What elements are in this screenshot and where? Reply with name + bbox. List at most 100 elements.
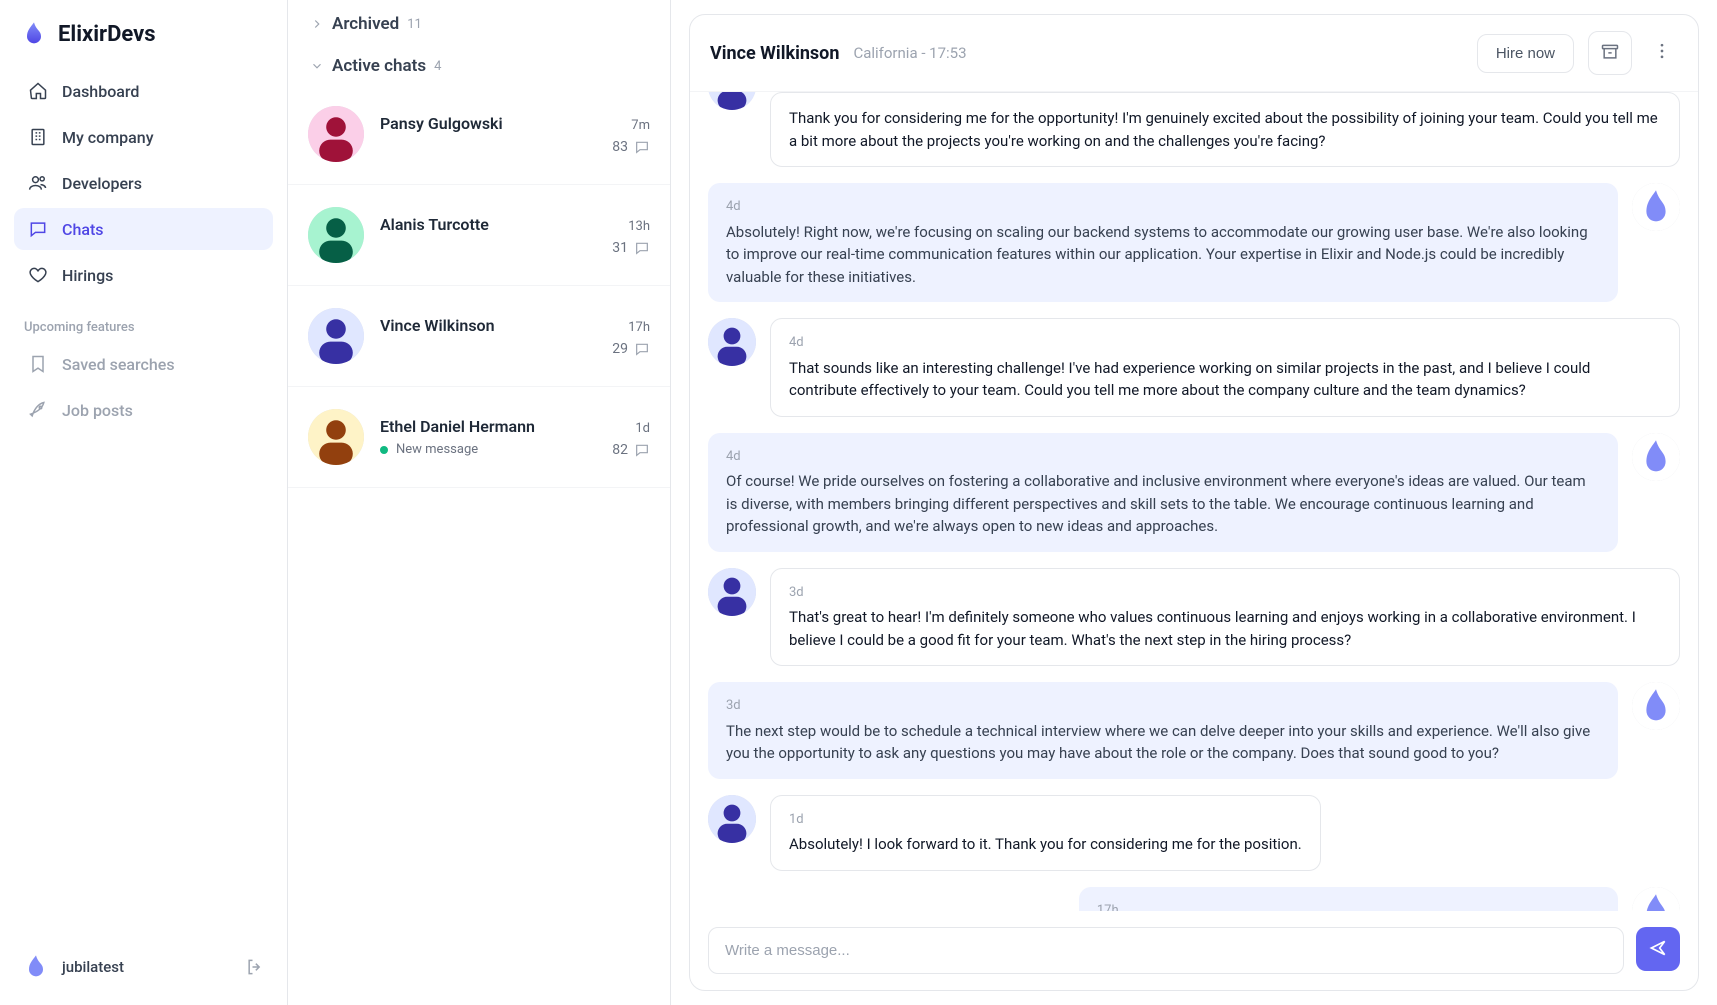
conversation-count: 82 bbox=[612, 442, 628, 458]
nav-label: My company bbox=[62, 128, 154, 147]
archived-count: 11 bbox=[407, 17, 422, 32]
brand-name: ElixirDevs bbox=[58, 22, 156, 47]
conversation-time: 17h bbox=[628, 320, 650, 335]
message-bubble: 17h Thank you for your interest! We'll b… bbox=[1079, 887, 1618, 912]
conversation-item[interactable]: Vince Wilkinson 17h 29 bbox=[288, 286, 670, 387]
dots-vertical-icon bbox=[1652, 41, 1672, 65]
avatar bbox=[308, 207, 364, 263]
message-avatar bbox=[1632, 183, 1680, 231]
conversation-name: Ethel Daniel Hermann bbox=[380, 417, 535, 436]
message-avatar bbox=[708, 92, 756, 110]
conversation-count: 83 bbox=[612, 139, 628, 155]
message-bubble: 3d That's great to hear! I'm definitely … bbox=[770, 568, 1680, 667]
status-dot-icon bbox=[380, 446, 388, 454]
conversation-item[interactable]: Pansy Gulgowski 7m 83 bbox=[288, 84, 670, 185]
message-ts: 1d bbox=[789, 810, 1302, 830]
conversation-time: 1d bbox=[635, 421, 650, 436]
message-row: 3d That's great to hear! I'm definitely … bbox=[708, 568, 1680, 667]
conversation-time: 7m bbox=[631, 118, 650, 133]
message-text: That's great to hear! I'm definitely som… bbox=[789, 608, 1636, 649]
nav-dashboard[interactable]: Dashboard bbox=[14, 70, 273, 112]
message-ts: 3d bbox=[789, 583, 1661, 603]
chat-meta: California - 17:53 bbox=[853, 44, 966, 62]
heart-icon bbox=[28, 265, 48, 285]
conversation-list: Archived 11 Active chats 4 Pansy Gulgows… bbox=[288, 0, 671, 1005]
message-avatar bbox=[1632, 887, 1680, 912]
building-icon bbox=[28, 127, 48, 147]
message-ts: 17h bbox=[1097, 901, 1600, 912]
message-avatar bbox=[708, 568, 756, 616]
upcoming-nav: Saved searches Job posts bbox=[14, 343, 273, 431]
chevron-down-icon bbox=[310, 59, 324, 73]
conversation-item[interactable]: Alanis Turcotte 13h 31 bbox=[288, 185, 670, 286]
message-ts: 4d bbox=[726, 447, 1600, 467]
user-name: jubilatest bbox=[62, 958, 233, 976]
message-row: 4d That sounds like an interesting chall… bbox=[708, 318, 1680, 417]
nav-developers[interactable]: Developers bbox=[14, 162, 273, 204]
message-ts: 3d bbox=[726, 696, 1600, 716]
nav-saved-searches[interactable]: Saved searches bbox=[14, 343, 273, 385]
message-ts: 4d bbox=[789, 333, 1661, 353]
nav-label: Saved searches bbox=[62, 355, 175, 374]
chat-bubble-icon bbox=[634, 341, 650, 357]
bookmark-icon bbox=[28, 354, 48, 374]
send-button[interactable] bbox=[1636, 927, 1680, 971]
user-avatar-icon bbox=[22, 953, 50, 981]
active-title: Active chats bbox=[332, 56, 426, 76]
archive-button[interactable] bbox=[1588, 31, 1632, 75]
chat-header: Vince Wilkinson California - 17:53 Hire … bbox=[690, 15, 1698, 92]
brand[interactable]: ElixirDevs bbox=[14, 14, 273, 70]
nav-chats[interactable]: Chats bbox=[14, 208, 273, 250]
chevron-right-icon bbox=[310, 17, 324, 31]
avatar bbox=[308, 106, 364, 162]
archived-header[interactable]: Archived 11 bbox=[288, 0, 670, 42]
message-bubble: 3d The next step would be to schedule a … bbox=[708, 682, 1618, 779]
new-message-badge: New message bbox=[380, 442, 478, 457]
nav-company[interactable]: My company bbox=[14, 116, 273, 158]
nav-label: Developers bbox=[62, 174, 142, 193]
conversation-name: Vince Wilkinson bbox=[380, 316, 495, 335]
nav-label: Chats bbox=[62, 220, 104, 239]
message-text: Absolutely! I look forward to it. Thank … bbox=[789, 835, 1302, 853]
message-row: 4d Of course! We pride ourselves on fost… bbox=[708, 433, 1680, 552]
message-row: 4d Absolutely! Right now, we're focusing… bbox=[708, 183, 1680, 302]
active-count: 4 bbox=[434, 59, 441, 74]
message-text: Absolutely! Right now, we're focusing on… bbox=[726, 223, 1588, 286]
chat-panel: Vince Wilkinson California - 17:53 Hire … bbox=[671, 0, 1717, 1005]
flame-logo-icon bbox=[20, 20, 48, 48]
message-bubble: Thank you for considering me for the opp… bbox=[770, 92, 1680, 167]
upcoming-title: Upcoming features bbox=[14, 296, 273, 343]
chat-bubble-icon bbox=[634, 442, 650, 458]
nav-label: Dashboard bbox=[62, 82, 139, 101]
message-text: That sounds like an interesting challeng… bbox=[789, 359, 1590, 400]
active-header[interactable]: Active chats 4 bbox=[288, 42, 670, 84]
chat-title: Vince Wilkinson bbox=[710, 43, 839, 64]
chat-bubble-icon bbox=[634, 240, 650, 256]
message-bubble: 1d Absolutely! I look forward to it. Tha… bbox=[770, 795, 1321, 871]
conversation-name: Pansy Gulgowski bbox=[380, 114, 503, 133]
message-text: Of course! We pride ourselves on fosteri… bbox=[726, 472, 1586, 535]
message-text: The next step would be to schedule a tec… bbox=[726, 722, 1590, 763]
archived-title: Archived bbox=[332, 14, 399, 34]
nav-hirings[interactable]: Hirings bbox=[14, 254, 273, 296]
message-ts: 4d bbox=[726, 197, 1600, 217]
logout-icon[interactable] bbox=[245, 957, 265, 977]
hire-now-button[interactable]: Hire now bbox=[1477, 34, 1574, 73]
conversation-name: Alanis Turcotte bbox=[380, 215, 489, 234]
nav: Dashboard My company Developers Chats Hi… bbox=[14, 70, 273, 296]
avatar bbox=[308, 409, 364, 465]
chat-card: Vince Wilkinson California - 17:53 Hire … bbox=[689, 14, 1699, 991]
conversation-count: 31 bbox=[612, 240, 628, 256]
message-avatar bbox=[1632, 433, 1680, 481]
conversation-time: 13h bbox=[628, 219, 650, 234]
home-icon bbox=[28, 81, 48, 101]
message-bubble: 4d Of course! We pride ourselves on fost… bbox=[708, 433, 1618, 552]
more-menu-button[interactable] bbox=[1646, 31, 1678, 75]
conversation-item[interactable]: Ethel Daniel Hermann 1d New message 82 bbox=[288, 387, 670, 488]
message-text: Thank you for considering me for the opp… bbox=[789, 109, 1658, 150]
messages[interactable]: Thank you for considering me for the opp… bbox=[690, 92, 1698, 911]
nav-job-posts[interactable]: Job posts bbox=[14, 389, 273, 431]
message-row: 1d Absolutely! I look forward to it. Tha… bbox=[708, 795, 1680, 871]
sidebar-footer: jubilatest bbox=[14, 943, 273, 991]
message-input[interactable] bbox=[708, 927, 1624, 974]
